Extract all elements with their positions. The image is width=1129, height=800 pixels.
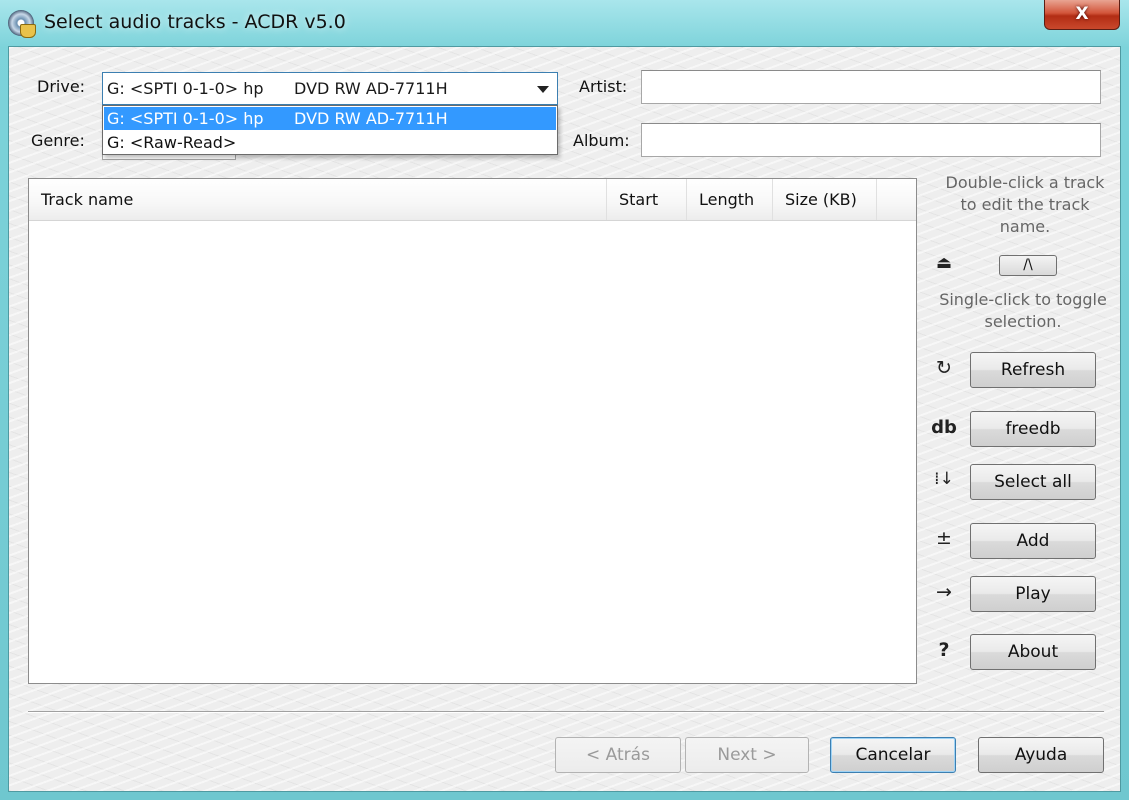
refresh-icon: ↻ — [936, 357, 952, 379]
chevron-down-icon[interactable] — [537, 86, 549, 93]
artist-label: Artist: — [579, 77, 628, 96]
drive-dropdown-list: G: <SPTI 0-1-0> hp DVD RW AD-7711H G: <R… — [102, 105, 558, 155]
dialog-body: Drive: G: <SPTI 0-1-0> hp DVD RW AD-7711… — [8, 46, 1121, 792]
album-label: Album: — [573, 131, 630, 150]
move-up-button[interactable]: /\ — [999, 255, 1057, 276]
drive-select-value: G: <SPTI 0-1-0> hp DVD RW AD-7711H — [107, 79, 448, 98]
genre-label: Genre: — [31, 131, 85, 150]
back-button[interactable]: < Atrás — [555, 737, 681, 773]
about-button[interactable]: About — [970, 634, 1096, 670]
freedb-button[interactable]: freedb — [970, 411, 1096, 447]
footer-divider — [28, 711, 1104, 713]
drive-select[interactable]: G: <SPTI 0-1-0> hp DVD RW AD-7711H — [102, 72, 558, 105]
eject-icon: ⏏ — [935, 253, 953, 273]
play-button[interactable]: Play — [970, 576, 1096, 612]
next-button[interactable]: Next > — [685, 737, 809, 773]
drive-label: Drive: — [37, 77, 86, 96]
database-icon: db — [931, 417, 957, 438]
column-header-start[interactable]: Start — [607, 179, 687, 220]
window-title: Select audio tracks - ACDR v5.0 — [44, 11, 346, 33]
track-list-header: Track name Start Length Size (KB) — [29, 179, 916, 221]
column-header-track-name[interactable]: Track name — [29, 179, 607, 220]
cancel-button[interactable]: Cancelar — [830, 737, 956, 773]
add-button[interactable]: Add — [970, 523, 1096, 559]
add-track-icon: ± — [936, 527, 952, 549]
help-question-icon: ? — [938, 639, 950, 661]
album-input[interactable] — [641, 123, 1101, 157]
select-hint-text: Single-click to toggle selection. — [939, 290, 1107, 331]
refresh-button[interactable]: Refresh — [970, 352, 1096, 388]
edit-hint-text: Double-click a track to edit the track n… — [945, 173, 1105, 236]
drive-option[interactable]: G: <Raw-Read> — [104, 131, 556, 154]
help-button[interactable]: Ayuda — [978, 737, 1104, 773]
app-window: Select audio tracks - ACDR v5.0 X Drive:… — [0, 0, 1129, 800]
select-all-button[interactable]: Select all — [970, 464, 1096, 500]
close-button[interactable]: X — [1044, 0, 1120, 30]
play-icon: → — [936, 581, 952, 603]
artist-input[interactable] — [641, 70, 1101, 104]
select-all-icon: ⁞↓ — [934, 469, 954, 489]
track-list[interactable]: Track name Start Length Size (KB) — [28, 178, 917, 684]
column-header-size[interactable]: Size (KB) — [773, 179, 877, 220]
drive-option[interactable]: G: <SPTI 0-1-0> hp DVD RW AD-7711H — [104, 107, 556, 130]
column-header-length[interactable]: Length — [687, 179, 773, 220]
app-cd-icon — [8, 10, 36, 38]
title-bar[interactable]: Select audio tracks - ACDR v5.0 X — [0, 0, 1129, 46]
